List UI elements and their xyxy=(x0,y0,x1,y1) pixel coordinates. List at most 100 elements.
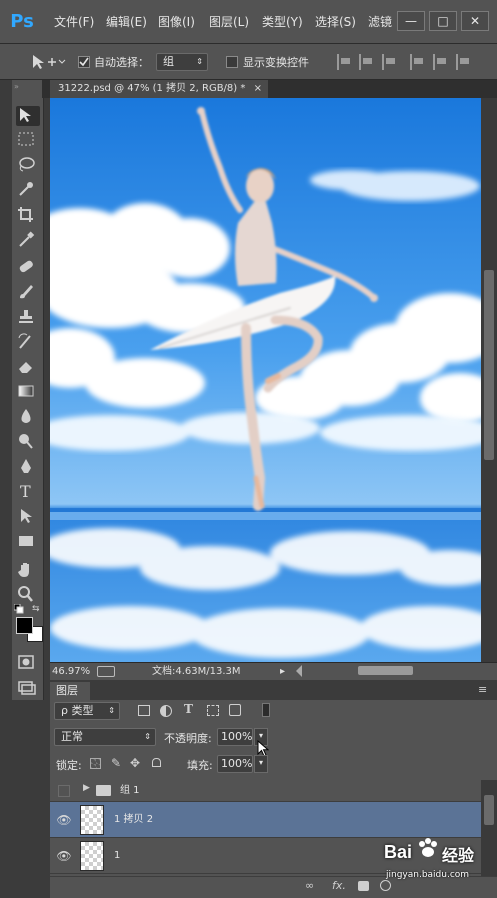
dodge-tool[interactable] xyxy=(16,432,40,452)
show-transform-checkbox[interactable] xyxy=(226,56,238,68)
move-icon xyxy=(20,108,31,122)
blend-mode-dropdown[interactable]: 正常 ⇕ xyxy=(54,728,156,746)
maximize-button[interactable]: □ xyxy=(429,11,457,31)
swap-colors-icon[interactable]: ⇆ xyxy=(32,604,40,614)
quick-select-tool[interactable] xyxy=(16,180,40,200)
default-colors-icon[interactable] xyxy=(13,603,24,614)
filter-toggle-switch[interactable] xyxy=(262,703,270,717)
filter-type-icon[interactable]: T xyxy=(184,702,193,716)
auto-select-label: 自动选择： xyxy=(94,56,149,69)
fx-button[interactable]: fx. xyxy=(332,879,346,892)
align-hcenter-icon[interactable] xyxy=(433,54,449,70)
align-right-icon[interactable] xyxy=(456,54,472,70)
bandage-icon xyxy=(19,260,33,273)
tab-close-icon[interactable]: × xyxy=(254,80,262,98)
filter-kind-dropdown[interactable]: ρ 类型 ⇕ xyxy=(54,702,120,720)
lasso-tool[interactable] xyxy=(16,155,40,175)
align-left-icon[interactable] xyxy=(410,54,426,70)
history-brush-tool[interactable] xyxy=(16,332,40,352)
drop-icon xyxy=(21,409,31,423)
auto-select-checkbox[interactable] xyxy=(78,56,90,68)
eye-icon[interactable]: 👁 xyxy=(55,802,73,838)
layer-row-group[interactable]: ▶ 组 1 xyxy=(50,780,481,802)
move-tool-preset[interactable] xyxy=(30,53,66,71)
status-menu-arrow-icon[interactable]: ▸ xyxy=(280,663,285,680)
menu-select[interactable]: 选择(S) xyxy=(315,12,356,32)
filter-shape-icon[interactable] xyxy=(207,705,219,716)
expand-arrow-icon[interactable]: ▶ xyxy=(83,783,90,793)
visibility-toggle-empty[interactable] xyxy=(58,785,70,797)
layers-tab[interactable]: 图层 xyxy=(50,682,90,700)
screen-mode-button[interactable] xyxy=(16,678,40,698)
zoom-level[interactable]: 46.97% xyxy=(52,663,90,680)
menu-type[interactable]: 类型(Y) xyxy=(262,12,303,32)
panel-menu-icon[interactable]: ≡ xyxy=(478,683,487,696)
menu-layer[interactable]: 图层(L) xyxy=(209,12,249,32)
document-tab-title: 31222.psd @ 47% (1 拷贝 2, RGB/8) * xyxy=(58,83,246,94)
pen-tool[interactable] xyxy=(16,457,40,477)
foreground-color-swatch[interactable] xyxy=(16,617,33,634)
brush-icon xyxy=(20,285,33,299)
gradient-tool[interactable] xyxy=(16,382,40,402)
quick-mask-icon xyxy=(18,655,34,669)
align-top-icon[interactable] xyxy=(337,54,353,70)
rectangle-icon xyxy=(19,536,33,546)
blur-tool[interactable] xyxy=(16,407,40,427)
lock-position-icon[interactable]: ✥ xyxy=(130,756,140,770)
toolbox-collapse-icon[interactable]: » xyxy=(14,82,19,91)
move-tool-icon xyxy=(33,55,66,69)
close-button[interactable]: ✕ xyxy=(461,11,489,31)
hand-tool[interactable] xyxy=(16,560,40,580)
brush-tool[interactable] xyxy=(16,282,40,302)
move-tool[interactable] xyxy=(16,106,40,126)
horizontal-scroll-thumb[interactable] xyxy=(358,666,413,675)
layer-name: 1 xyxy=(114,850,121,861)
fill-slider-button[interactable]: ▾ xyxy=(254,755,268,773)
shape-tool[interactable] xyxy=(16,532,40,552)
layers-scroll-thumb[interactable] xyxy=(484,795,494,825)
status-bar: 46.97% 文档:4.63M/13.3M ▸ xyxy=(50,662,497,680)
opacity-label: 不透明度: xyxy=(164,732,212,745)
align-vcenter-icon[interactable] xyxy=(359,54,375,70)
auto-select-dropdown[interactable]: 组 ⇕ xyxy=(156,53,208,71)
filter-pixel-icon[interactable] xyxy=(138,705,150,716)
eye-icon[interactable]: 👁 xyxy=(55,838,73,874)
zoom-tool[interactable] xyxy=(16,585,40,605)
healing-brush-tool[interactable] xyxy=(16,257,40,277)
align-bottom-icon[interactable] xyxy=(382,54,398,70)
minimize-button[interactable]: — xyxy=(397,11,425,31)
menu-edit[interactable]: 编辑(E) xyxy=(106,12,147,32)
document-canvas[interactable] xyxy=(50,98,481,662)
layer-name: 组 1 xyxy=(120,785,140,796)
lock-pixels-icon[interactable]: ✎ xyxy=(111,756,121,770)
stamp-icon xyxy=(19,310,33,323)
menu-filter[interactable]: 滤镜 xyxy=(368,12,392,32)
add-mask-icon[interactable] xyxy=(358,881,369,891)
layer-name: 1 拷贝 2 xyxy=(114,814,154,825)
layer-row-selected[interactable]: 👁 1 拷贝 2 xyxy=(50,802,481,838)
watermark-url: jingyan.baidu.com xyxy=(386,870,470,880)
lock-transparent-icon[interactable] xyxy=(90,758,101,769)
vertical-scroll-thumb[interactable] xyxy=(484,270,494,460)
marquee-tool[interactable] xyxy=(16,130,40,150)
opacity-input[interactable]: 100% xyxy=(217,728,253,746)
filter-adjustment-icon[interactable] xyxy=(160,705,172,717)
eyedropper-tool[interactable] xyxy=(16,230,40,250)
type-tool-icon[interactable]: T xyxy=(16,482,40,502)
link-layers-icon[interactable]: ∞ xyxy=(305,879,314,892)
quick-mask-button[interactable] xyxy=(16,653,40,673)
menu-file[interactable]: 文件(F) xyxy=(54,12,94,32)
fill-input[interactable]: 100% xyxy=(217,755,253,773)
stamp-tool[interactable] xyxy=(16,307,40,327)
filter-smart-object-icon[interactable] xyxy=(229,704,241,716)
lock-all-icon[interactable] xyxy=(152,758,161,767)
window-controls: — □ ✕ xyxy=(395,8,497,34)
path-select-tool[interactable] xyxy=(16,507,40,527)
menu-image[interactable]: 图像(I) xyxy=(158,12,195,32)
lasso-icon xyxy=(19,157,35,172)
crop-tool[interactable] xyxy=(16,205,40,225)
eraser-tool[interactable] xyxy=(16,357,40,377)
scroll-left-arrow-icon[interactable] xyxy=(296,665,302,677)
status-icon[interactable] xyxy=(97,666,115,677)
document-tab[interactable]: 31222.psd @ 47% (1 拷贝 2, RGB/8) * × xyxy=(50,80,268,98)
